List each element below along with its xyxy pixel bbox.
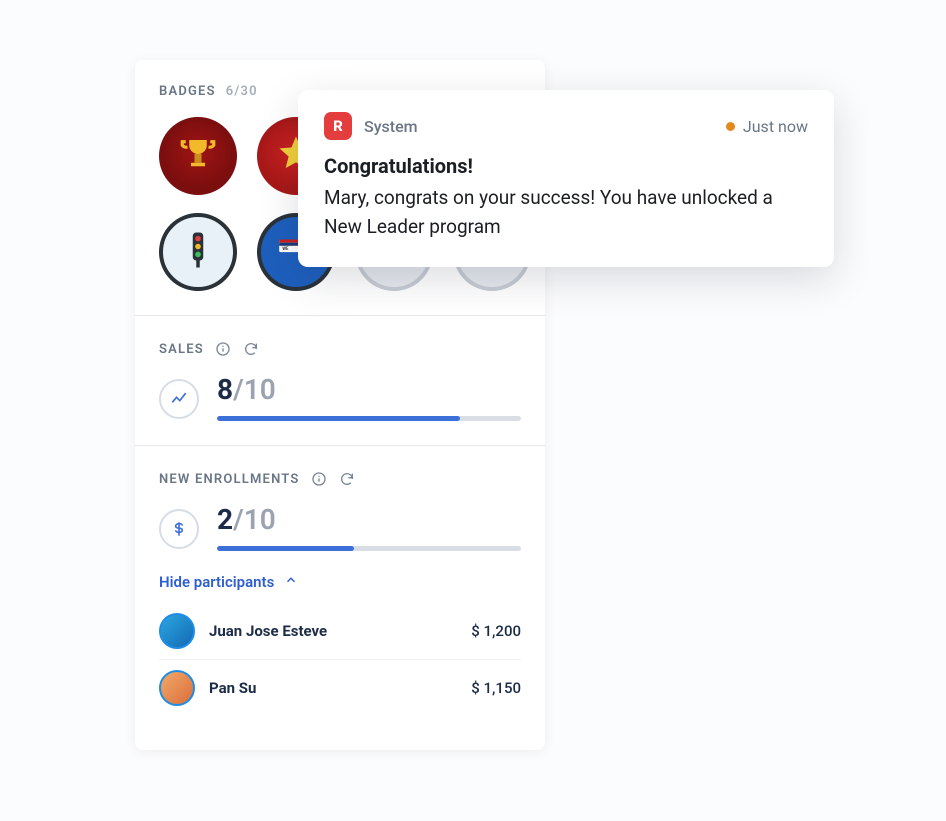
refresh-icon[interactable] (242, 340, 260, 358)
app-icon: R (324, 112, 352, 140)
participant-name: Juan Jose Esteve (209, 622, 457, 640)
enrollments-progress (217, 546, 521, 551)
toast-app-name: System (364, 117, 418, 136)
enrollments-header: NEW ENROLLMENTS (159, 470, 521, 488)
toast-title: Congratulations! (324, 154, 808, 178)
traffic-light-icon (177, 229, 219, 275)
avatar (159, 613, 195, 649)
sales-section: SALES 8/10 (135, 316, 545, 446)
sales-current: 8 (217, 373, 233, 406)
toast-message: Mary, congrats on your success! You have… (324, 184, 808, 241)
info-icon[interactable] (214, 340, 232, 358)
badges-count: 6/30 (226, 84, 258, 99)
badge-traffic-light[interactable] (159, 213, 237, 291)
toast-header: R System Just now (324, 112, 808, 140)
list-item[interactable]: Pan Su $ 1,150 (159, 659, 521, 716)
participant-name: Pan Su (209, 679, 457, 697)
enrollments-metric: 2/10 (159, 506, 521, 551)
sales-title: SALES (159, 342, 204, 357)
hide-participants-toggle[interactable]: Hide participants (159, 573, 298, 591)
notification-toast[interactable]: R System Just now Congratulations! Mary,… (298, 90, 834, 267)
trend-icon (159, 379, 199, 419)
participant-amount: $ 1,150 (471, 679, 521, 697)
sales-metric-body: 8/10 (217, 376, 521, 421)
enrollments-value: 2/10 (217, 506, 521, 534)
sales-value: 8/10 (217, 376, 521, 404)
enrollments-progress-fill (217, 546, 354, 551)
chevron-up-icon (284, 573, 298, 591)
sales-progress-fill (217, 416, 460, 421)
list-item[interactable]: Juan Jose Esteve $ 1,200 (159, 603, 521, 659)
trophy-icon (177, 133, 219, 179)
enrollments-denom: /10 (233, 503, 276, 536)
refresh-icon[interactable] (338, 470, 356, 488)
sales-progress (217, 416, 521, 421)
participant-amount: $ 1,200 (471, 622, 521, 640)
badges-title: BADGES (159, 84, 216, 99)
enrollments-current: 2 (217, 503, 233, 536)
toast-timestamp: Just now (726, 117, 808, 136)
enrollments-section: NEW ENROLLMENTS 2/10 Hide particip (135, 446, 545, 740)
hide-participants-label: Hide participants (159, 573, 274, 591)
sales-denom: /10 (233, 373, 276, 406)
sales-metric: 8/10 (159, 376, 521, 421)
enrollments-metric-body: 2/10 (217, 506, 521, 551)
app-icon-initial: R (333, 117, 343, 135)
toast-time-text: Just now (743, 117, 808, 136)
status-dot-icon (726, 122, 735, 131)
participants-list: Juan Jose Esteve $ 1,200 Pan Su $ 1,150 (159, 603, 521, 716)
sales-header: SALES (159, 340, 521, 358)
dollar-icon (159, 509, 199, 549)
enrollments-title: NEW ENROLLMENTS (159, 472, 300, 487)
info-icon[interactable] (310, 470, 328, 488)
badge-trophy[interactable] (159, 117, 237, 195)
svg-text:WE: WE (282, 247, 289, 252)
avatar (159, 670, 195, 706)
